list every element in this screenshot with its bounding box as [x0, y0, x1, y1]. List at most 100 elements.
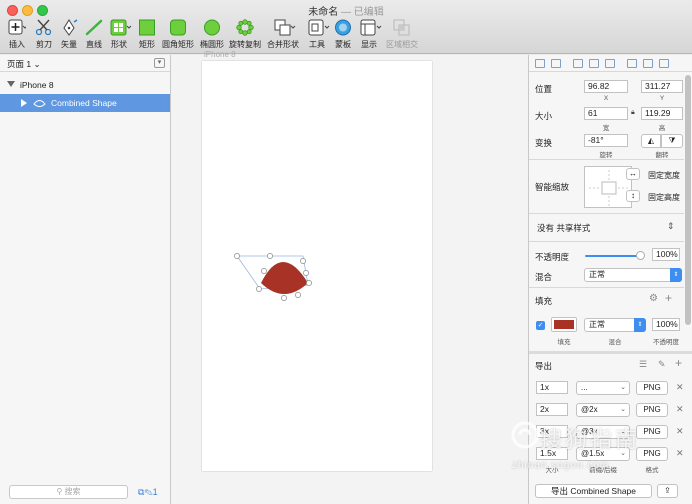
intersect-button[interactable]: 区域相交 — [384, 19, 420, 50]
distribute-horizontal-icon[interactable] — [535, 59, 545, 68]
rotate-label: 旋转 — [599, 152, 613, 159]
align-right-icon[interactable] — [605, 59, 615, 68]
width-field[interactable]: 61 — [584, 107, 628, 120]
transform-label: 变换 — [535, 138, 553, 148]
divider — [529, 351, 692, 354]
export-settings-icon[interactable]: ☰ — [639, 359, 647, 370]
rectangle-button[interactable]: 矩形 — [136, 19, 158, 50]
fix-width-button[interactable]: ↔ — [626, 168, 640, 180]
inspector-scrollbar[interactable] — [685, 73, 691, 325]
combined-shape-icon — [33, 99, 46, 107]
artboard-layer-label: iPhone 8 — [20, 80, 54, 90]
add-fill-plus-icon[interactable]: + — [665, 291, 672, 305]
opacity-slider[interactable] — [585, 251, 645, 260]
layer-search-input[interactable]: ⚲ 搜索 — [9, 485, 128, 499]
layer-row-combined-shape[interactable]: Combined Shape — [0, 94, 170, 112]
fill-blend-select[interactable]: 正常 ⇕ — [584, 318, 646, 332]
height-field[interactable]: 119.29 — [641, 107, 683, 120]
pen-icon — [60, 19, 78, 36]
tools-icon — [308, 19, 330, 36]
oval-icon — [203, 19, 221, 36]
export-format-button[interactable]: PNG — [636, 381, 668, 395]
combined-shape[interactable] — [234, 253, 312, 301]
export-size-field[interactable]: 2x — [536, 403, 568, 416]
align-left-icon[interactable] — [573, 59, 583, 68]
export-selected-button[interactable]: 导出 Combined Shape — [535, 484, 652, 498]
combine-shapes-label: 合并形状 — [267, 40, 299, 49]
line-icon — [85, 19, 103, 36]
artboard-title[interactable]: iPhone 8 — [204, 50, 236, 59]
export-format-button[interactable]: PNG — [636, 403, 668, 417]
page-selector[interactable]: 页面 1 ⌄ ▾ — [0, 55, 170, 72]
align-top-icon[interactable] — [627, 59, 637, 68]
line-button[interactable]: 直线 — [83, 19, 105, 50]
fill-enabled-checkbox[interactable]: ✓ — [536, 321, 545, 330]
shared-style-select[interactable]: 没有 共享样式 ⇕ — [529, 214, 684, 240]
remove-export-icon[interactable]: ✕ — [676, 382, 684, 393]
export-size-field[interactable]: 1x — [536, 381, 568, 394]
fill-color-swatch — [554, 320, 574, 329]
vector-button[interactable]: 矢量 — [58, 19, 80, 50]
scissors-label: 剪刀 — [36, 40, 52, 49]
rotate-copies-button[interactable]: 旋转复制 — [228, 19, 262, 50]
align-middle-icon[interactable] — [643, 59, 653, 68]
canvas[interactable]: iPhone 8 — [171, 50, 528, 504]
export-suffix-select[interactable]: @2x ⌄ — [576, 403, 630, 417]
view-button[interactable]: 显示 — [356, 19, 382, 50]
chevron-updown-icon: ⇕ — [670, 268, 682, 282]
fill-settings-gear-icon[interactable]: ⚙ — [649, 293, 658, 304]
add-export-plus-icon[interactable]: + — [675, 356, 682, 370]
rounded-rectangle-button[interactable]: 圆角矩形 — [160, 19, 196, 50]
export-suffix-select[interactable]: ... ⌄ — [576, 381, 630, 395]
opacity-field[interactable]: 100% — [652, 248, 680, 261]
share-icon: ⇪ — [664, 486, 671, 495]
scrollbar-thumb[interactable] — [685, 75, 691, 325]
share-button[interactable]: ⇪ — [657, 484, 678, 498]
artboard[interactable] — [202, 61, 432, 471]
y-position-field[interactable]: 311.27 — [641, 80, 683, 93]
document-name: 未命名 — [308, 7, 339, 18]
oval-button[interactable]: 椭圆形 — [198, 19, 226, 50]
plus-icon — [8, 19, 28, 36]
fill-opacity-field[interactable]: 100% — [652, 318, 680, 331]
rotate-copies-icon — [236, 19, 254, 36]
blend-mode-select[interactable]: 正常 ⇕ — [584, 268, 682, 282]
distribute-vertical-icon[interactable] — [551, 59, 561, 68]
disclosure-expanded-icon[interactable] — [7, 81, 15, 87]
insert-label: 插入 — [9, 40, 25, 49]
export-title: 导出 — [535, 361, 553, 371]
fill-blend-value: 正常 — [589, 320, 605, 329]
flip-horizontal-button[interactable]: ◭ — [641, 134, 661, 148]
opacity-slider-knob[interactable] — [636, 251, 645, 260]
shapes-button[interactable]: 形状 — [107, 19, 132, 50]
combine-shapes-button[interactable]: 合并形状 — [265, 19, 301, 50]
resizing-constraints-widget[interactable] — [584, 166, 632, 208]
tools-count: 1 — [152, 487, 158, 497]
align-bottom-icon[interactable] — [659, 59, 669, 68]
fix-height-button[interactable]: ↕ — [626, 190, 640, 202]
remove-export-icon[interactable]: ✕ — [676, 404, 684, 415]
combine-shapes-icon — [274, 19, 296, 36]
pen-edit-icon[interactable]: ✎ — [144, 487, 152, 497]
export-slice-icon[interactable]: ✎ — [658, 359, 666, 370]
rotation-field[interactable]: -81° — [584, 134, 628, 147]
shapes-icon — [110, 19, 132, 36]
align-center-icon[interactable] — [589, 59, 599, 68]
collapse-pages-button[interactable]: ▾ — [154, 58, 165, 68]
artboard-layer-row[interactable]: iPhone 8 — [0, 77, 170, 93]
fill-color-well[interactable] — [551, 317, 577, 332]
mask-button[interactable]: 蒙板 — [332, 19, 354, 50]
tools-button[interactable]: 工具 — [305, 19, 330, 50]
insert-button[interactable]: 插入 — [4, 19, 30, 50]
view-icon — [360, 19, 382, 36]
layer-label: Combined Shape — [51, 98, 117, 108]
sidebar-tools[interactable]: ⧉✎1 — [138, 487, 158, 498]
title-bar: 未命名 — 已编辑 插入 剪刀 矢量 直线 形状 矩形 圆角矩形 椭圆形 旋转复… — [0, 0, 692, 54]
page-selector-label: 页面 1 ⌄ — [7, 59, 41, 69]
disclosure-collapsed-icon[interactable] — [21, 99, 27, 107]
scissors-button[interactable]: 剪刀 — [33, 19, 55, 50]
flip-vertical-button[interactable]: ⧩ — [661, 134, 683, 148]
lock-ratio-icon[interactable]: 🔒︎ — [631, 109, 635, 117]
fix-width-icon: ↔ — [629, 169, 637, 178]
x-position-field[interactable]: 96.82 — [584, 80, 628, 93]
